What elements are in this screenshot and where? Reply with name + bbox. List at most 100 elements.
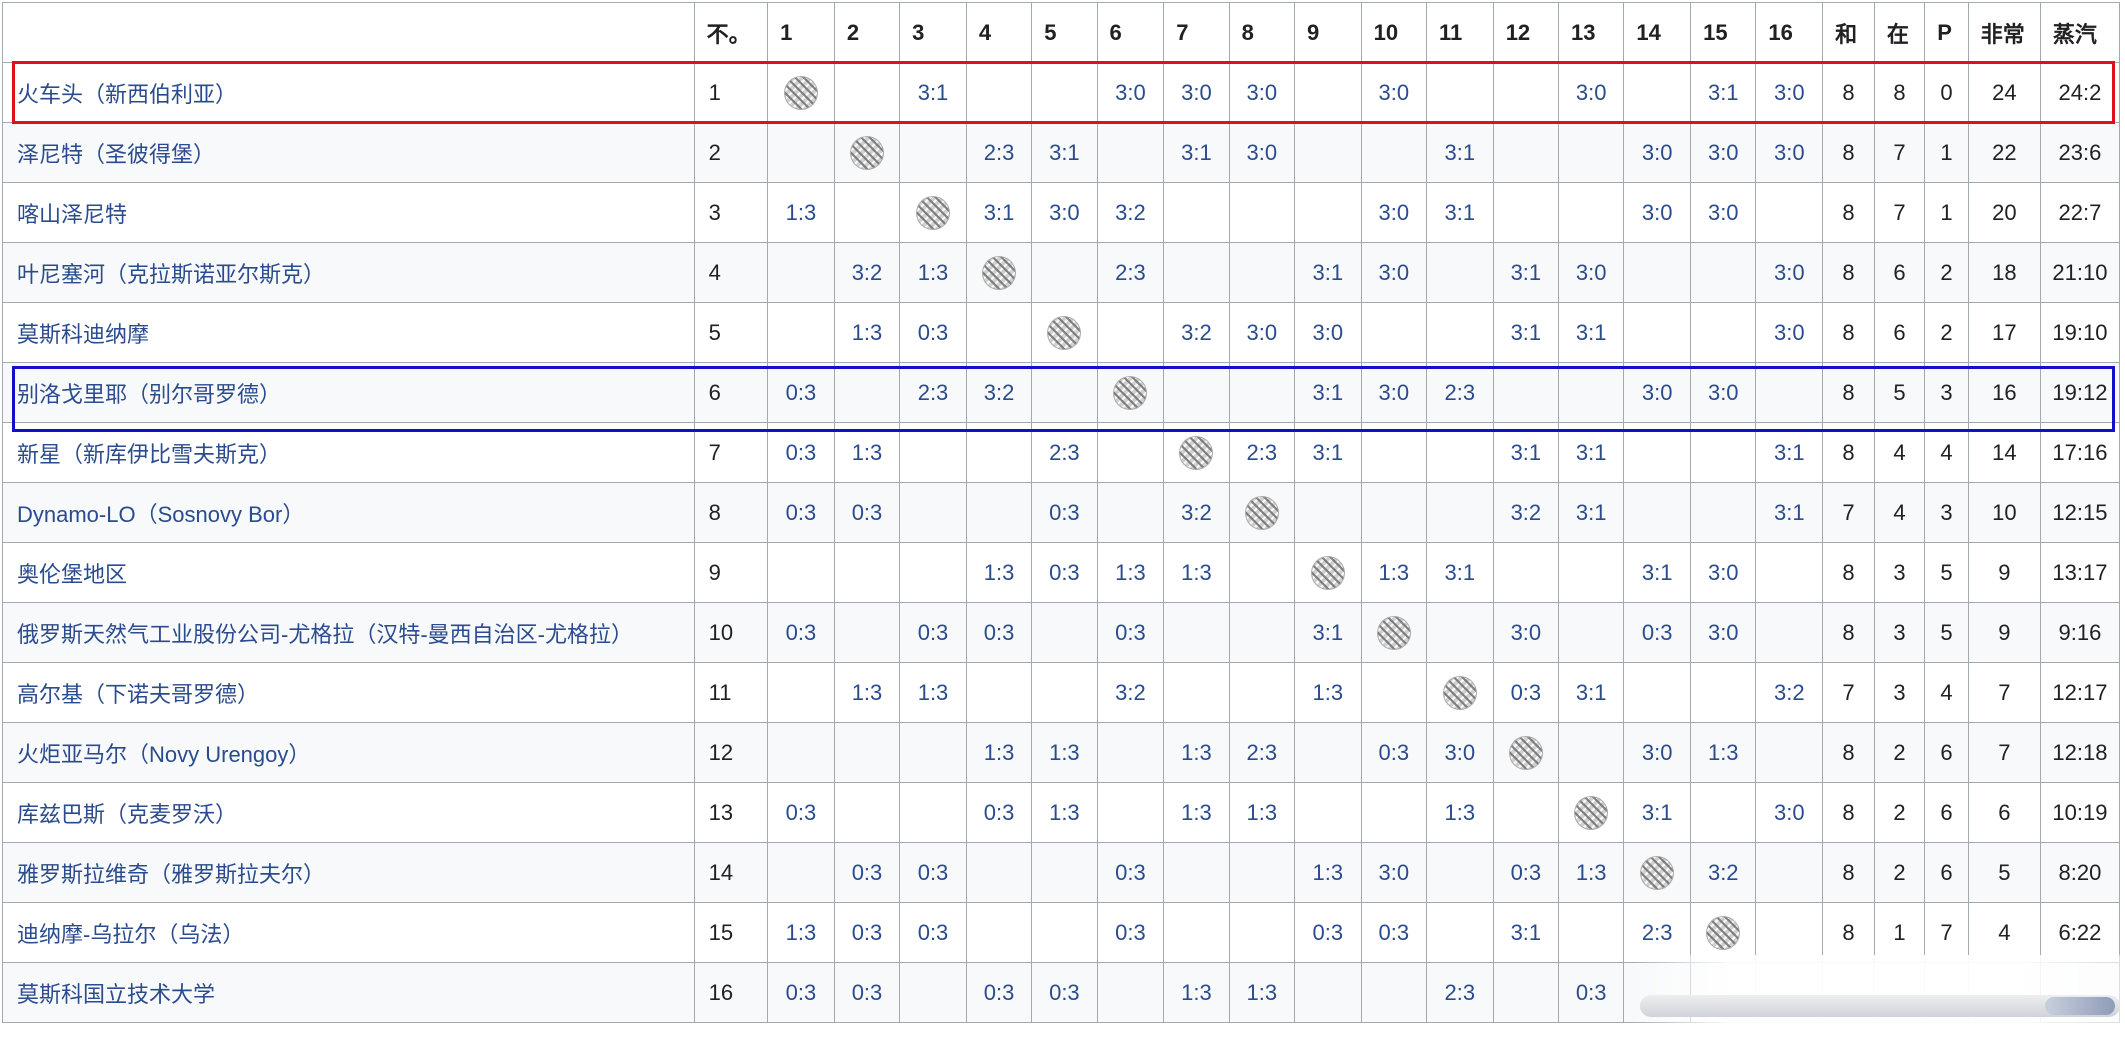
result-cell: 3:0 [1558,242,1625,303]
result-cell [1293,482,1362,543]
team-link[interactable]: 奥伦堡地区 [17,562,127,587]
team-cell: 高尔基（下诺夫哥罗德） [2,662,695,723]
result-cell [1228,842,1295,903]
column-header-2: 1 [767,2,835,63]
table-row: 库兹巴斯（克麦罗沃） 13 0:3 0:3 1:3 1:3 1:3 1:3 3:1 3:0 8 2 6 6… [2,782,2121,843]
points-cell: 18 [1967,242,2041,303]
column-header-15: 14 [1623,2,1692,63]
result-cell: 3:0 [1425,722,1494,783]
result-cell: 1:3 [965,722,1033,783]
team-link[interactable]: 莫斯科迪纳摩 [17,322,149,347]
result-cell: 0:3 [1360,902,1427,963]
result-cell: 3:1 [1558,422,1625,483]
result-cell [833,782,901,843]
result-cell [1360,122,1427,183]
result-cell: 3:0 [1163,62,1230,123]
sets-cell: 6:22 [2039,902,2121,963]
result-cell: 1:3 [833,662,901,723]
team-link[interactable]: 迪纳摩-乌拉尔（乌法） [17,922,244,947]
result-cell [899,542,967,603]
team-link[interactable]: 火炬亚马尔（Novy Urengoy） [17,742,310,767]
team-link[interactable]: 泽尼特（圣彼得堡） [17,142,215,167]
result-cell [965,902,1033,963]
result-cell [1293,182,1362,243]
result-cell: 1:3 [1228,962,1295,1023]
result-cell: 0:3 [833,842,901,903]
table-row: 火车头（新西伯利亚） 1 3:1 3:0 3:0 3:0 3:0 3:0 3:1 3:0 8 8 0 24… [2,62,2121,123]
result-cell: 3:1 [1293,422,1362,483]
result-cell: 2:3 [1228,422,1295,483]
result-cell: 3:0 [1623,722,1692,783]
result-cell [1228,182,1295,243]
result-cell: 3:1 [1690,62,1757,123]
result-cell [1096,782,1165,843]
result-cell: 3:0 [1492,602,1560,663]
result-cell: 3:0 [1031,182,1098,243]
result-cell: 0:3 [965,962,1033,1023]
result-cell: 0:3 [1623,602,1692,663]
crosshatch-ball-icon [1442,675,1477,710]
played-cell: 8 [1822,302,1875,363]
team-link[interactable]: 新星（新库伊比雪夫斯克） [17,442,281,467]
result-cell [1360,962,1427,1023]
self-match-cell [1425,662,1494,723]
result-cell [965,842,1033,903]
team-link[interactable]: 库兹巴斯（克麦罗沃） [17,802,237,827]
result-cell [1425,422,1494,483]
result-cell: 3:0 [1623,182,1692,243]
result-cell [1163,362,1230,423]
lost-cell: 7 [1924,902,1969,963]
team-link[interactable]: 高尔基（下诺夫哥罗德） [17,682,259,707]
sets-cell: 19:12 [2039,362,2121,423]
sets-cell: 12:18 [2039,722,2121,783]
result-cell [1228,902,1295,963]
result-cell: 1:3 [1558,842,1625,903]
team-link[interactable]: 莫斯科国立技术大学 [17,982,215,1007]
sets-cell: 19:10 [2039,302,2121,363]
points-cell: 6 [1967,782,2041,843]
result-cell [1293,122,1362,183]
result-cell [1690,482,1757,543]
team-link[interactable]: 别洛戈里耶（别尔哥罗德） [17,382,281,407]
result-cell [1096,722,1165,783]
result-cell [1163,602,1230,663]
result-cell: 3:0 [1293,302,1362,363]
self-match-cell [1558,782,1625,843]
points-cell: 16 [1967,362,2041,423]
result-cell: 2:3 [1425,362,1494,423]
points-cell: 10 [1967,482,2041,543]
team-cell: 泽尼特（圣彼得堡） [2,122,695,183]
played-cell: 8 [1822,842,1875,903]
result-cell [1096,482,1165,543]
team-link[interactable]: 喀山泽尼特 [17,202,127,227]
result-cell: 0:3 [1492,662,1560,723]
table-row: 叶尼塞河（克拉斯诺亚尔斯克） 4 3:2 1:3 2:3 3:1 3:0 3:1 3:0 3:0 8… [2,242,2121,303]
result-cell [1558,362,1625,423]
scrollbar-thumb[interactable] [2045,997,2115,1015]
team-link[interactable]: Dynamo-LO（Sosnovy Bor） [17,502,304,527]
team-link[interactable]: 雅罗斯拉维奇（雅罗斯拉夫尔） [17,862,325,887]
points-cell: 7 [1967,722,2041,783]
sets-cell: 17:16 [2039,422,2121,483]
sets-cell: 8:20 [2039,842,2121,903]
result-cell [1492,62,1560,123]
sets-cell: 23:6 [2039,122,2121,183]
result-cell: 3:1 [1623,542,1692,603]
team-link[interactable]: 叶尼塞河（克拉斯诺亚尔斯克） [17,262,325,287]
result-cell: 1:3 [1690,722,1757,783]
self-match-cell [965,242,1033,303]
position-cell: 5 [693,302,769,363]
sets-cell: 12:17 [2039,662,2121,723]
result-cell: 3:0 [1228,62,1295,123]
points-cell: 9 [1967,602,2041,663]
team-link[interactable]: 火车头（新西伯利亚） [17,82,237,107]
self-match-cell [899,182,967,243]
crosshatch-ball-icon [1244,495,1279,530]
result-cell [1558,902,1625,963]
result-cell: 0:3 [833,962,901,1023]
team-link[interactable]: 俄罗斯天然气工业股份公司-尤格拉（汉特-曼西自治区-尤格拉） [17,622,633,647]
result-cell [1558,542,1625,603]
team-cell: 火炬亚马尔（Novy Urengoy） [2,722,695,783]
sets-cell: 22:7 [2039,182,2121,243]
result-cell [1096,422,1165,483]
